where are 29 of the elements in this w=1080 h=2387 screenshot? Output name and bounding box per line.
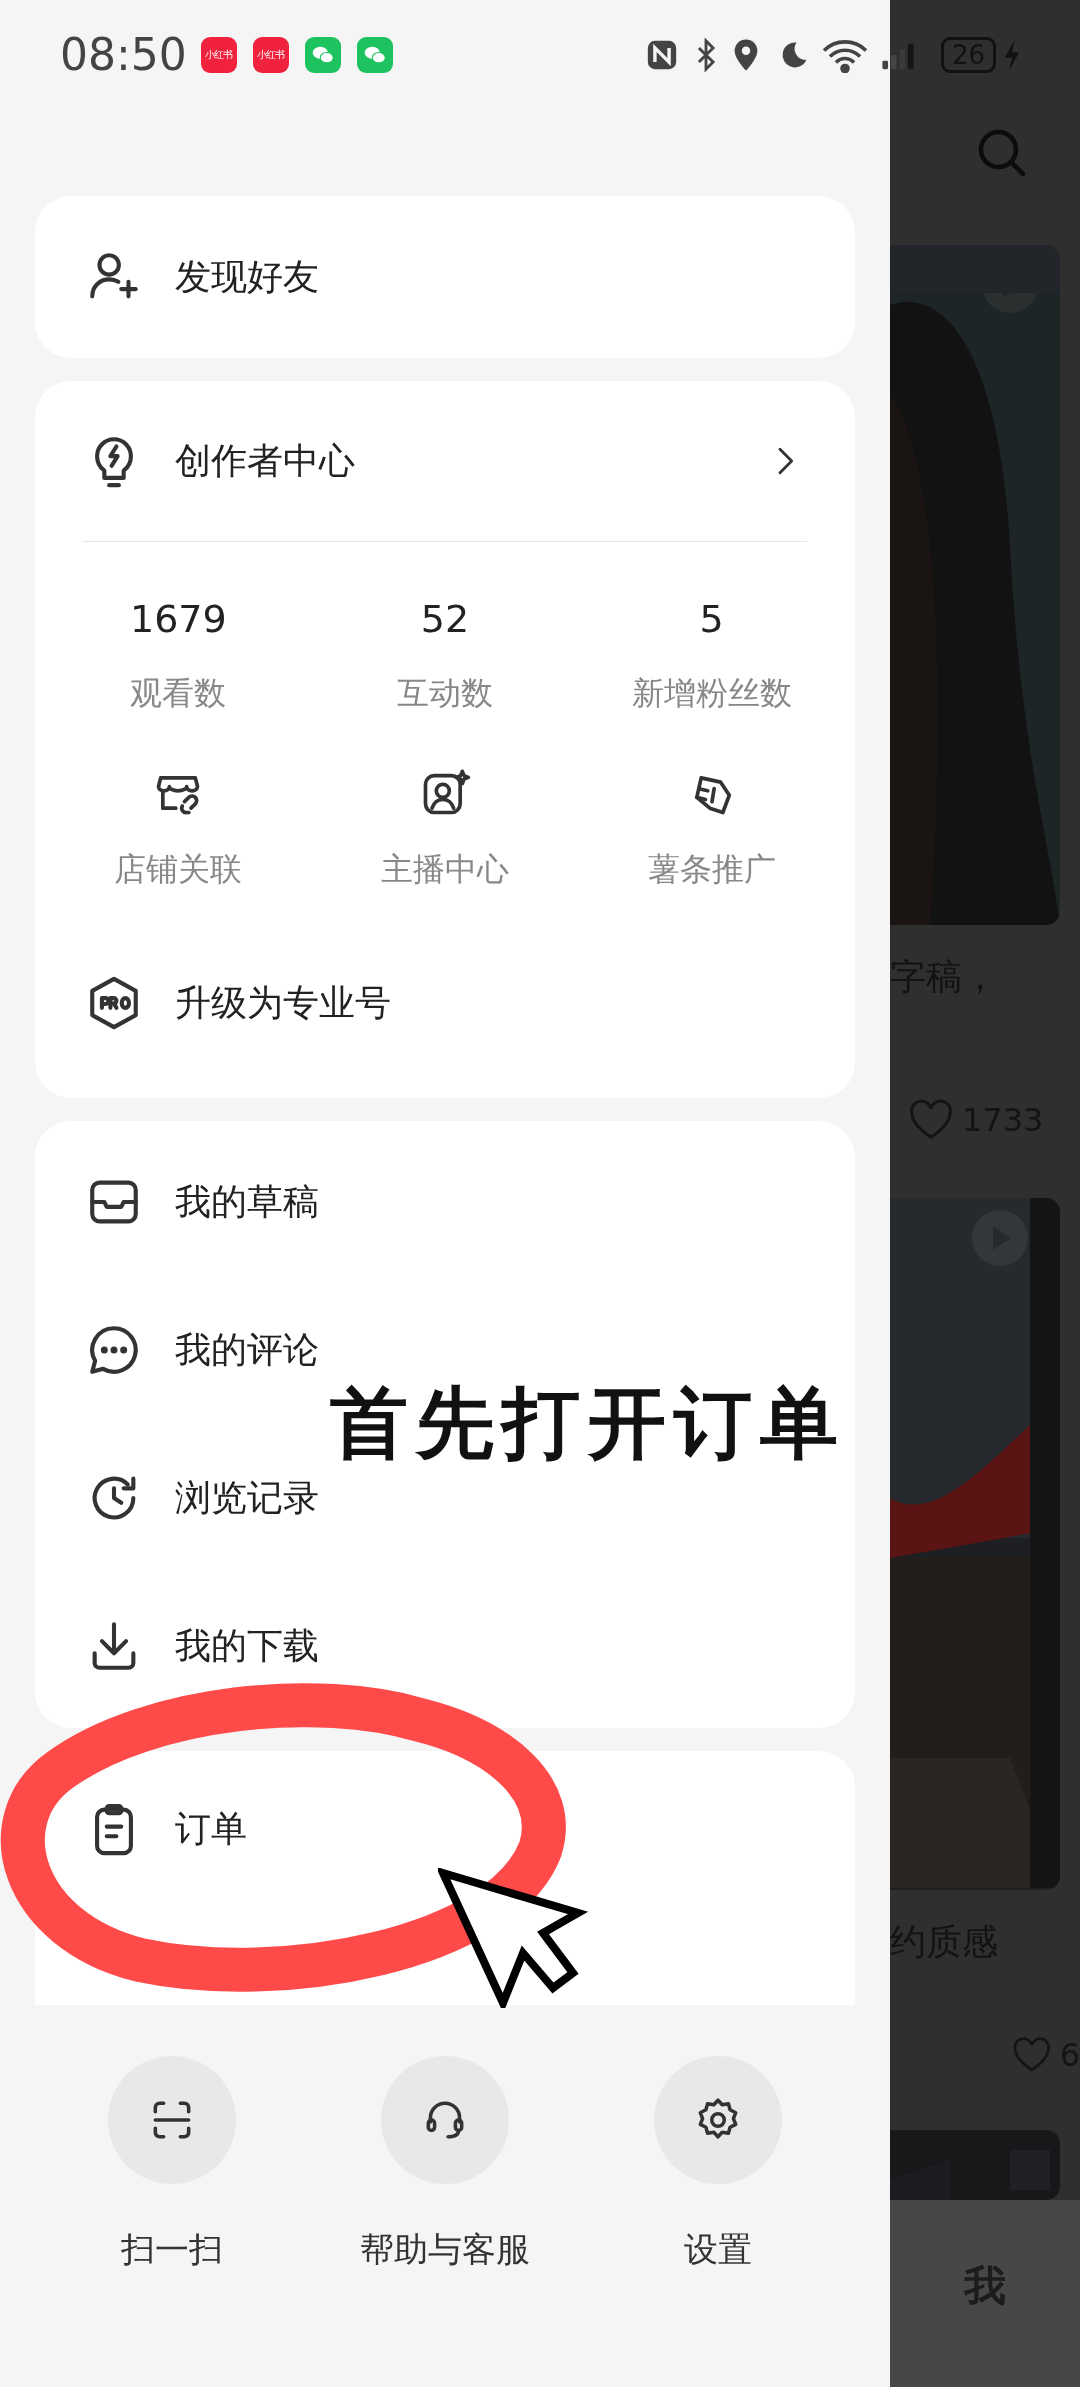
stat-value: 1679	[128, 597, 228, 643]
wifi-icon	[820, 37, 869, 73]
menu-item[interactable]: 升级为专业号	[85, 973, 391, 1032]
menu-item[interactable]: 创作者中心	[85, 432, 355, 490]
stat-value: 52	[419, 597, 471, 643]
handwritten-note: 首先打开订单	[330, 1377, 846, 1470]
charging-bolt-icon	[1002, 38, 1022, 72]
tool-button[interactable]: 主播中心	[381, 766, 509, 893]
menu-item[interactable]: 发现好友	[85, 248, 319, 306]
action-label[interactable]: 扫一扫	[120, 2224, 223, 2275]
menu-item[interactable]: 我的草稿	[85, 1172, 319, 1231]
chat-app-icon	[304, 37, 341, 73]
tool-button[interactable]: 薯条推广	[647, 766, 776, 893]
location-pin-icon	[732, 38, 759, 72]
clock: 08:50	[60, 28, 187, 82]
action-label[interactable]: 设置	[684, 2224, 753, 2275]
menu-item[interactable]: 浏览记录	[85, 1468, 319, 1527]
stat-label: 观看数	[129, 672, 228, 714]
stat-label: 新增粉丝数	[630, 672, 793, 714]
chat-app-icon	[356, 37, 393, 73]
tool-button[interactable]: 店铺关联	[114, 766, 243, 893]
stat-value: 5	[698, 597, 725, 643]
menu-item[interactable]: 我的下载	[85, 1616, 319, 1675]
app-notification-icon: 小红书	[200, 37, 237, 73]
app-notification-icon: 小红书	[252, 37, 289, 73]
menu-item[interactable]: 我的评论	[85, 1320, 319, 1379]
action-label[interactable]: 帮助与客服	[360, 2224, 530, 2275]
menu-item[interactable]: 订单	[85, 1799, 247, 1858]
stat-label: 互动数	[396, 672, 494, 714]
